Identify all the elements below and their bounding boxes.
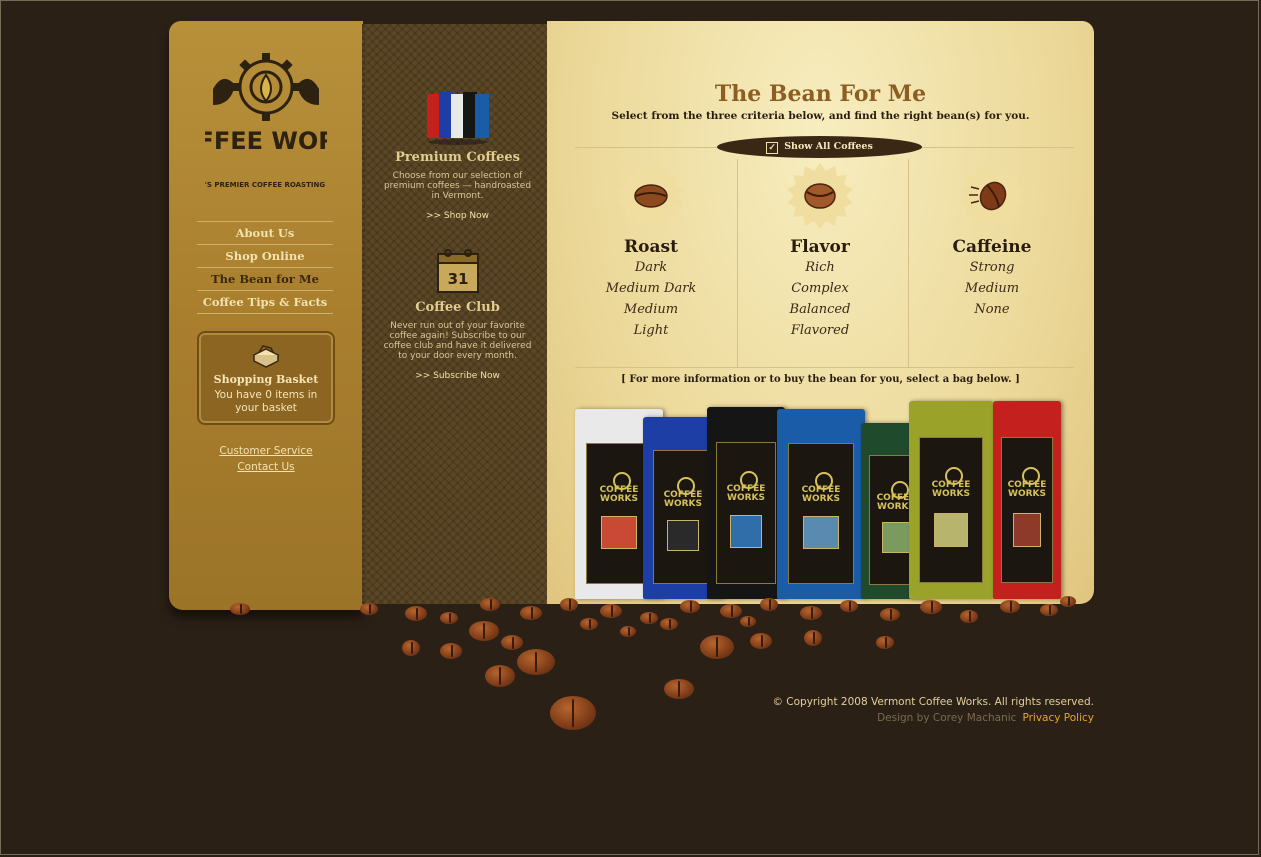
caffeine-option-strong[interactable]: Strong [917, 257, 1067, 278]
premium-coffees-title: Premium Coffees [395, 150, 520, 165]
roast-title: Roast [624, 237, 678, 257]
designer-credit: Design by Corey Machanic [877, 712, 1017, 724]
premium-coffees-promo: Premium Coffees Choose from our selectio… [365, 88, 550, 221]
coffee-bags-thumbnail[interactable] [423, 88, 493, 146]
select-bag-info: [ For more information or to buy the bea… [621, 374, 1020, 385]
roast-option-medium-dark[interactable]: Medium Dark [576, 278, 726, 299]
flavor-option-complex[interactable]: Complex [745, 278, 895, 299]
promo-column: Premium Coffees Choose from our selectio… [362, 24, 553, 604]
flavor-option-balanced[interactable]: Balanced [745, 299, 895, 320]
bean-for-me-panel: The Bean For Me Select from the three cr… [547, 21, 1094, 604]
nav-shop-online[interactable]: Shop Online [197, 244, 333, 267]
copyright-text: © Copyright 2008 Vermont Coffee Works. A… [772, 696, 1094, 708]
coffee-bags-row: COFFEE WORKS COFFEE WORKS COFFEE WORKS C… [573, 399, 1063, 599]
checkbox-icon: ✓ [766, 142, 779, 154]
contact-us-link[interactable]: Contact Us [169, 459, 363, 475]
caffeine-title: Caffeine [952, 237, 1032, 257]
roast-option-light[interactable]: Light [576, 320, 726, 341]
premium-coffees-text: Choose from our selection of premium cof… [383, 171, 532, 201]
subscribe-now-link[interactable]: >> Subscribe Now [365, 371, 550, 381]
nav-bean-for-me[interactable]: The Bean for Me [197, 267, 333, 290]
logo-word-coffee: COFFEE WORKS [205, 127, 327, 155]
page-subtitle: Select from the three criteria below, an… [611, 110, 1030, 122]
main-nav: About Us Shop Online The Bean for Me Cof… [197, 221, 333, 314]
column-divider [737, 159, 738, 367]
basket-status: You have 0 items in your basket [214, 389, 318, 414]
flavor-bean-icon [787, 163, 853, 229]
show-all-label: Show All Coffees [784, 141, 873, 152]
roast-bean-icon [618, 163, 684, 229]
coffee-bag-gold[interactable]: COFFEE WORKS [909, 401, 993, 599]
caffeine-option-none[interactable]: None [917, 299, 1067, 320]
caffeine-option-medium[interactable]: Medium [917, 278, 1067, 299]
flavor-criteria: Flavor Rich Complex Balanced Flavored [745, 157, 895, 341]
coffee-bag-red[interactable]: COFFEE WORKS [993, 401, 1061, 599]
left-sidebar: COFFEE WORKS VERMONT'S PREMIER COFFEE RO… [159, 21, 373, 610]
basket-icon [252, 345, 280, 368]
flavor-option-rich[interactable]: Rich [745, 257, 895, 278]
coffee-bag-black[interactable]: COFFEE WORKS [707, 407, 785, 599]
privacy-policy-link[interactable]: Privacy Policy [1022, 712, 1094, 724]
coffee-club-title: Coffee Club [415, 300, 500, 315]
nav-about-us[interactable]: About Us [197, 221, 333, 244]
shop-now-link[interactable]: >> Shop Now [365, 211, 550, 221]
basket-title: Shopping Basket [213, 373, 319, 386]
caffeine-bean-icon [959, 163, 1025, 229]
logo-tagline: VERMONT'S PREMIER COFFEE ROASTING COMPAN… [205, 181, 327, 189]
calendar-day: 31 [447, 270, 468, 288]
page-title: The Bean For Me [714, 81, 927, 107]
coffee-club-promo: 31 Coffee Club Never run out of your fav… [365, 246, 550, 381]
coffee-works-logo[interactable]: COFFEE WORKS VERMONT'S PREMIER COFFEE RO… [159, 49, 373, 209]
show-all-coffees-button[interactable]: ✓ Show All Coffees [717, 136, 922, 158]
shopping-basket-box[interactable]: Shopping Basket You have 0 items in your… [197, 331, 335, 425]
flavor-option-flavored[interactable]: Flavored [745, 320, 895, 341]
divider [575, 367, 1074, 368]
sidebar-links: Customer Service Contact Us [169, 443, 363, 475]
customer-service-link[interactable]: Customer Service [169, 443, 363, 459]
roast-option-dark[interactable]: Dark [576, 257, 726, 278]
caffeine-criteria: Caffeine Strong Medium None [917, 157, 1067, 320]
roast-option-medium[interactable]: Medium [576, 299, 726, 320]
column-divider [908, 159, 909, 367]
design-credit: Design by Corey Machanic Privacy Policy [877, 712, 1094, 724]
flavor-title: Flavor [790, 237, 850, 257]
coffee-bag-light-blue[interactable]: COFFEE WORKS [777, 409, 865, 599]
coffee-club-text: Never run out of your favorite coffee ag… [383, 321, 532, 361]
calendar-icon[interactable]: 31 [434, 246, 482, 296]
nav-coffee-tips[interactable]: Coffee Tips & Facts [197, 290, 333, 314]
roast-criteria: Roast Dark Medium Dark Medium Light [576, 157, 726, 341]
